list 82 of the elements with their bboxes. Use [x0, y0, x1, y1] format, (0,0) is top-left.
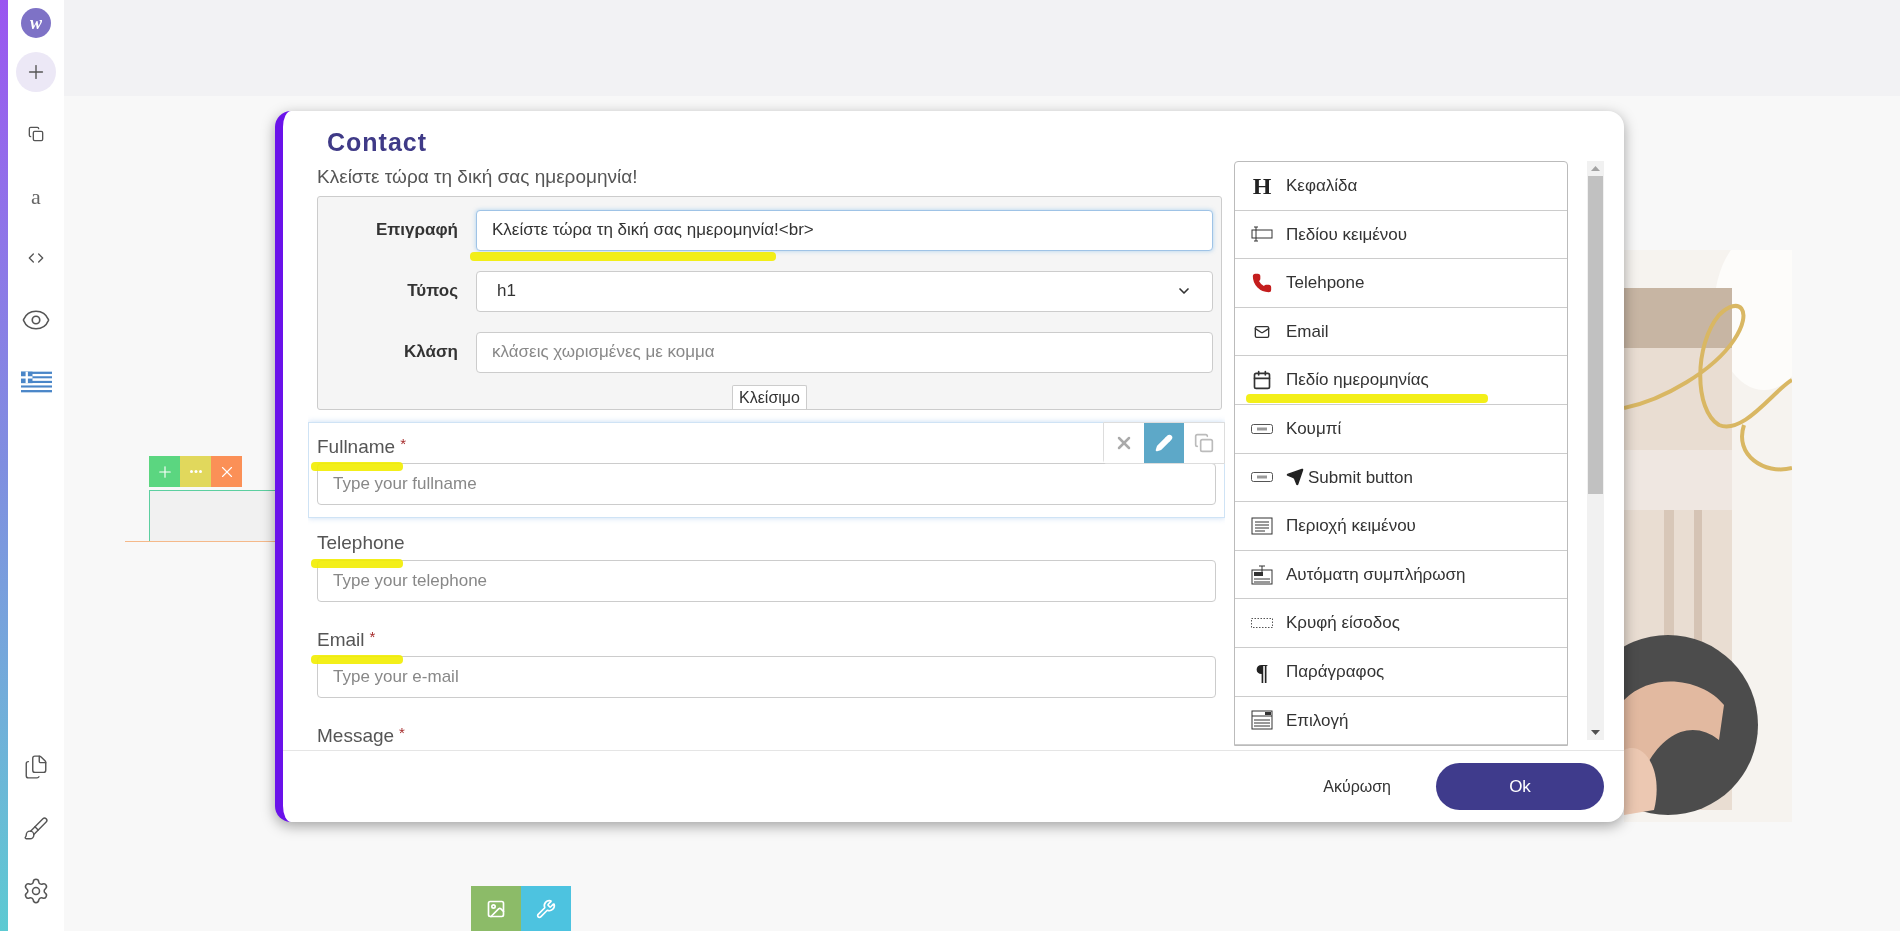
palette-label: Κουμπί	[1286, 419, 1342, 438]
wrench-icon	[536, 898, 556, 919]
layers-icon	[28, 126, 44, 142]
heading-preview: Κλείστε τώρα τη δική σας ημερομηνία!	[317, 166, 638, 187]
scroll-down-icon	[1591, 730, 1600, 735]
palette-item[interactable]: Αυτόματη συμπλήρωση	[1235, 550, 1567, 600]
autocomplete-icon	[1251, 564, 1273, 585]
image-icon	[486, 898, 506, 919]
calendar-icon	[1252, 370, 1272, 391]
pencil-icon	[1155, 433, 1173, 452]
form-field-block[interactable]: Message *	[308, 711, 1225, 750]
form-field-block[interactable]: Email * Type your e-mail	[308, 614, 1225, 711]
palette-label: Email	[1286, 321, 1329, 341]
form-field-block[interactable]: Fullname * Type your fullname	[308, 421, 1225, 518]
palette-item[interactable]: Πεδίο ημερομηνίας	[1235, 356, 1567, 405]
scrollbar-thumb[interactable]	[1588, 176, 1603, 494]
sidebar-button[interactable]	[16, 52, 56, 92]
element-tool-button[interactable]	[211, 456, 242, 487]
cancel-button[interactable]: Ακύρωση	[1323, 774, 1391, 799]
element-tool-button[interactable]	[149, 456, 180, 487]
dashed-field-icon	[1251, 618, 1273, 629]
dialog-title: Contact	[327, 128, 428, 156]
text-input[interactable]: κλάσεις χωρισμένες με κομμα	[476, 331, 1213, 373]
palette-label: Πεδίου κειμένου	[1286, 224, 1408, 244]
text-input[interactable]: Κλείστε τώρα τη δική σας ημερομηνία!<br>	[476, 209, 1213, 251]
canvas-tool-button[interactable]	[521, 886, 571, 931]
palette-label: Κρυφή είσοδος	[1286, 613, 1400, 633]
form-field-block[interactable]: Telephone Type your telephone	[308, 518, 1225, 615]
palette-label: Αυτόματη συμπλήρωση	[1286, 564, 1466, 584]
field-label: Fullname *	[317, 435, 406, 457]
greek-flag-icon	[20, 371, 52, 393]
ok-button-icon	[1251, 423, 1273, 434]
palette-label: Πεδίο ημερομηνίας	[1286, 370, 1429, 390]
close-tab[interactable]: Κλείσιμο	[732, 384, 807, 409]
more-icon	[189, 470, 202, 473]
mail-icon	[1254, 323, 1270, 340]
text-input[interactable]: Type your telephone	[317, 559, 1216, 602]
sidebar-button[interactable]: a	[16, 176, 56, 216]
palette-item[interactable]: Κρυφή είσοδος	[1235, 599, 1567, 648]
field-label: Επιγραφή	[375, 220, 458, 240]
field-label: Message *	[317, 725, 405, 746]
scroll-up-icon	[1591, 166, 1600, 171]
palette-item[interactable]: Περιοχή κειμένου	[1235, 502, 1567, 551]
field-label: Κλάση	[404, 342, 458, 362]
palette-label: Submit button	[1308, 467, 1413, 487]
text-input[interactable]: Type your e-mail	[317, 656, 1216, 698]
field-label: Telephone	[317, 532, 405, 553]
heading-icon: H	[1250, 173, 1274, 198]
send-icon	[1286, 468, 1304, 487]
field-label: Email *	[317, 628, 376, 650]
phone-icon	[1252, 273, 1272, 293]
palette-label: Telehpone	[1286, 273, 1365, 293]
ok-button[interactable]: Ok	[1436, 763, 1604, 810]
palette-item[interactable]: Telehpone	[1235, 259, 1567, 308]
brush-icon	[23, 816, 49, 842]
palette-item[interactable]: ¶ Παράγραφος	[1235, 647, 1567, 697]
select-list-icon	[1251, 710, 1273, 731]
text-area-icon	[1251, 516, 1273, 535]
palette-item[interactable]: Κουμπί	[1235, 404, 1567, 454]
text-field-icon	[1251, 226, 1273, 243]
palette-item[interactable]: Πεδίου κειμένου	[1235, 210, 1567, 260]
field-label: Τύπος	[407, 281, 458, 301]
field-tool-button[interactable]	[1144, 422, 1184, 463]
palette-item[interactable]: Email	[1235, 307, 1567, 357]
palette-item[interactable]: Submit button	[1235, 453, 1567, 503]
type-select[interactable]: h1	[476, 270, 1213, 312]
pages-icon	[23, 754, 49, 780]
text-label: a	[31, 182, 41, 211]
pilcrow-icon: ¶	[1250, 659, 1274, 684]
palette-item[interactable]: H Κεφαλίδα	[1235, 162, 1567, 211]
duplicate-icon	[1194, 432, 1214, 453]
palette-label: Περιοχή κειμένου	[1286, 516, 1416, 536]
canvas-tool-button[interactable]	[471, 886, 521, 931]
palette-item[interactable]: Επιλογή	[1235, 696, 1567, 746]
code-icon	[28, 250, 44, 266]
palette-label: Επιλογή	[1286, 710, 1349, 730]
ok-button-icon	[1251, 472, 1273, 483]
palette-label: Κεφαλίδα	[1286, 176, 1358, 196]
palette-label: Παράγραφος	[1286, 662, 1385, 681]
text-input[interactable]: Type your fullname	[317, 463, 1216, 505]
logo[interactable]: w	[21, 8, 51, 38]
settings-icon	[22, 877, 50, 905]
